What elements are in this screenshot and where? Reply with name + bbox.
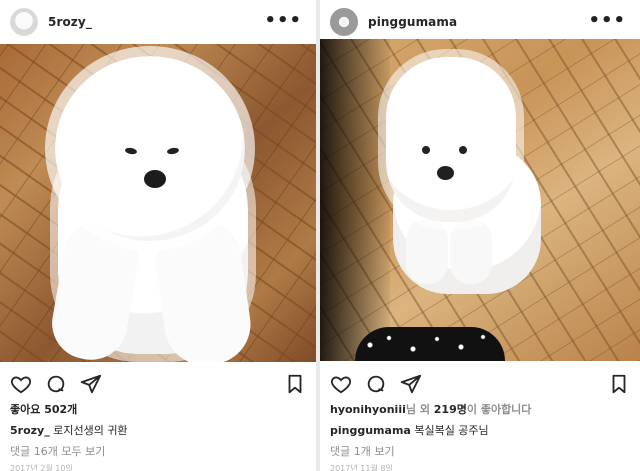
dog-nose [144,170,166,188]
avatar[interactable] [10,8,38,36]
post-date: 2017년 11월 8일 [330,464,393,471]
more-icon[interactable]: ••• [588,12,626,30]
username[interactable]: 5rozy_ [48,15,92,29]
caption-text: 복실복실 공주님 [414,424,489,437]
comment-icon[interactable] [365,373,387,395]
bookmark-icon[interactable] [284,373,306,395]
liked-by-count[interactable]: 219명 [434,403,467,416]
liked-by-middle: 님 외 [405,403,434,416]
liked-by-suffix: 이 좋아합니다 [466,403,532,416]
post-caption: 5rozy_ 로지선생의 귀환 [10,424,306,438]
post-caption: pinggumama 복실복실 공주님 [330,424,630,438]
share-icon[interactable] [80,373,102,395]
more-icon[interactable]: ••• [264,12,302,30]
post-header: pinggumama ••• [320,0,640,44]
heart-icon[interactable] [10,373,32,395]
post-date: 2017년 2월 10일 [10,464,73,471]
dog-leg [406,219,448,284]
username[interactable]: pinggumama [368,15,457,29]
caption-username[interactable]: pinggumama [330,424,411,437]
dog-head [55,56,245,241]
foreground-shadow [320,39,390,361]
liked-by-username[interactable]: hyonihyoniii [330,403,406,416]
instagram-posts-comparison: 5rozy_ ••• 좋아요 502개 5rozy_ 로지선생의 귀환 댓글 1… [0,0,640,471]
view-comments-link[interactable]: 댓글 16개 모두 보기 [10,445,306,459]
bookmark-icon[interactable] [608,373,630,395]
likes-count: 좋아요 502개 [10,403,78,416]
post-actions [10,373,306,397]
caption-text: 로지선생의 귀환 [53,424,128,437]
dog-leg [450,219,492,284]
liked-by-line: hyonihyoniii님 외 219명이 좋아합니다 [330,403,630,417]
dog-nose [437,166,454,180]
avatar[interactable] [330,8,358,36]
comment-icon[interactable] [45,373,67,395]
instagram-post-left: 5rozy_ ••• 좋아요 502개 5rozy_ 로지선생의 귀환 댓글 1… [0,0,316,471]
instagram-post-right: pinggumama ••• hyonihyoniii님 외 219명이 좋아합… [320,0,640,471]
post-photo[interactable] [0,44,316,362]
view-comments-link[interactable]: 댓글 1개 보기 [330,445,630,459]
patterned-fabric [355,327,505,361]
post-actions [330,373,630,397]
dog-eye [459,146,467,154]
dog-eye [422,146,430,154]
dog-head [386,57,516,222]
post-header: 5rozy_ ••• [0,0,316,44]
caption-username[interactable]: 5rozy_ [10,424,50,437]
share-icon[interactable] [400,373,422,395]
heart-icon[interactable] [330,373,352,395]
post-photo[interactable] [320,39,640,361]
